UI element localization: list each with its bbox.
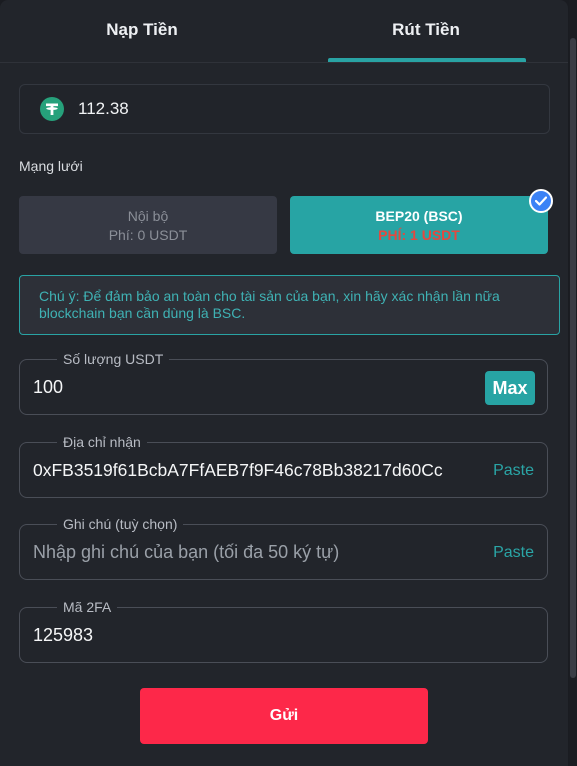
address-field-label: Địa chỉ nhận xyxy=(57,433,147,451)
network-option-fee: PHÍ: 1 USDT xyxy=(378,226,460,243)
twofa-field-label: Mã 2FA xyxy=(57,598,118,616)
selected-check-icon xyxy=(529,189,553,213)
network-option-name: Nội bộ xyxy=(127,207,169,224)
network-option-name: BEP20 (BSC) xyxy=(375,207,463,224)
tab-withdraw-label: Rút Tiền xyxy=(392,20,460,39)
amount-field[interactable]: Số lượng USDT 100 Max xyxy=(19,350,548,415)
tab-deposit-label: Nạp Tiền xyxy=(106,20,178,39)
max-button[interactable]: Max xyxy=(485,371,535,405)
amount-input[interactable]: 100 xyxy=(33,377,63,398)
tab-bar: Nạp Tiền Rút Tiền xyxy=(0,0,568,62)
tab-withdraw[interactable]: Rút Tiền xyxy=(284,0,568,62)
balance-amount: 112.38 xyxy=(78,99,129,118)
note-field-label: Ghi chú (tuỳ chọn) xyxy=(57,515,184,533)
submit-button[interactable]: Gửi xyxy=(140,688,428,744)
network-option-internal[interactable]: Nội bộ Phí: 0 USDT xyxy=(19,196,277,254)
note-paste-button[interactable]: Paste xyxy=(493,544,534,562)
network-notice: Chú ý: Để đảm bảo an toàn cho tài sản củ… xyxy=(19,275,560,335)
address-field[interactable]: Địa chỉ nhận 0xFB3519f61BcbA7FfAEB7f9F46… xyxy=(19,433,548,498)
tether-icon xyxy=(40,97,64,121)
tabs-divider xyxy=(0,62,568,63)
note-field[interactable]: Ghi chú (tuỳ chọn) Nhập ghi chú của bạn … xyxy=(19,515,548,580)
note-input-placeholder[interactable]: Nhập ghi chú của bạn (tối đa 50 ký tự) xyxy=(33,542,339,563)
network-label: Mạng lưới xyxy=(19,158,83,174)
twofa-input[interactable]: 125983 xyxy=(33,625,93,646)
scrollbar-thumb[interactable] xyxy=(570,38,576,678)
twofa-field[interactable]: Mã 2FA 125983 xyxy=(19,598,548,663)
withdraw-panel: Nạp Tiền Rút Tiền 112.38 Mạng lưới Nội b… xyxy=(0,0,568,766)
address-input[interactable]: 0xFB3519f61BcbA7FfAEB7f9F46c78Bb38217d60… xyxy=(33,460,443,481)
balance-display: 112.38 xyxy=(19,84,550,134)
amount-field-label: Số lượng USDT xyxy=(57,350,170,368)
tab-deposit[interactable]: Nạp Tiền xyxy=(0,0,284,62)
network-option-fee: Phí: 0 USDT xyxy=(108,226,188,243)
scrollbar[interactable] xyxy=(569,0,577,766)
address-paste-button[interactable]: Paste xyxy=(493,462,534,480)
network-option-bep20[interactable]: BEP20 (BSC) PHÍ: 1 USDT xyxy=(290,196,548,254)
